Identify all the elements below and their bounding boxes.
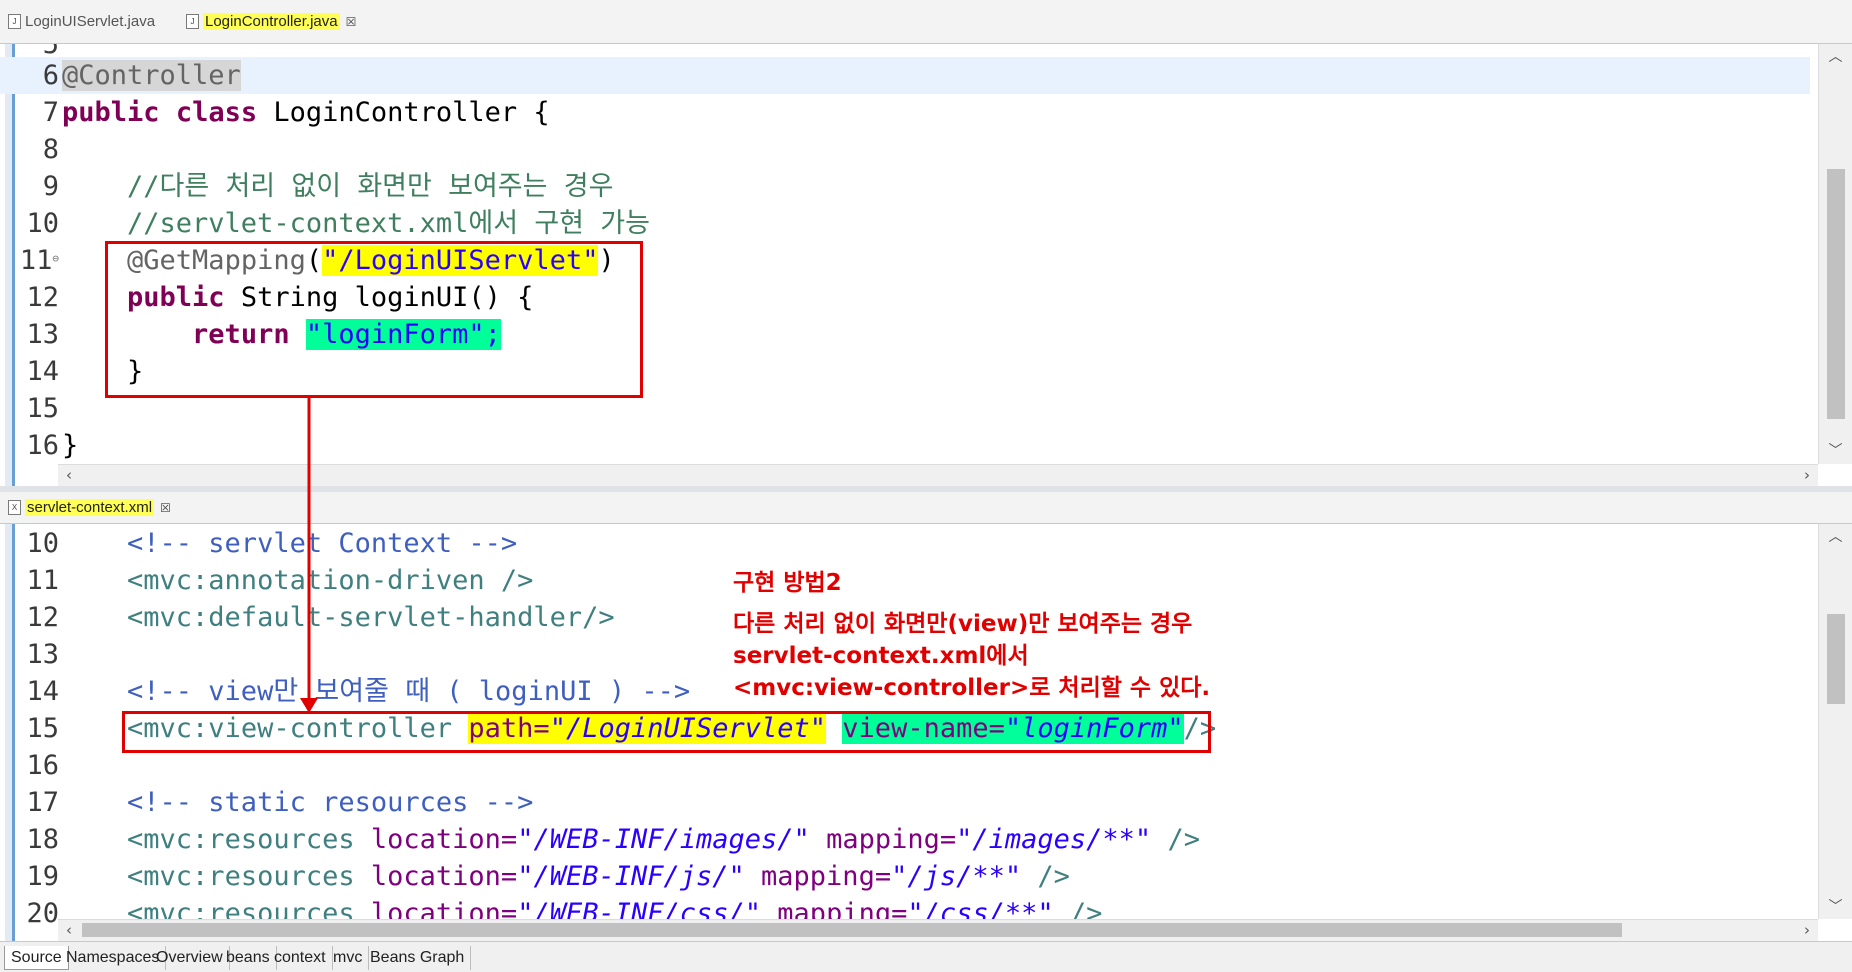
scroll-left-icon[interactable]: ‹ (66, 466, 72, 484)
java-file-icon: J (186, 14, 199, 29)
code-line: 12 public String loginUI() { (26, 282, 534, 313)
scroll-up-icon[interactable]: ︿ (1819, 46, 1852, 66)
scroll-left-icon[interactable]: ‹ (66, 921, 72, 939)
code-line: 15 (26, 393, 59, 424)
tab-loginuiservlet-java[interactable]: J LoginUIServlet.java (8, 0, 155, 43)
tab-mvc[interactable]: mvc (327, 946, 370, 970)
annotation-title: 구현 방법2 (733, 570, 842, 596)
code-line: 9 //다른 처리 없이 화면만 보여주는 경우 (42, 171, 614, 202)
annotation-line: 다른 처리 없이 화면만(view)만 보여주는 경우 (733, 611, 1193, 637)
java-horizontal-scrollbar[interactable]: ‹ › (58, 464, 1818, 486)
scroll-thumb[interactable] (1827, 169, 1845, 419)
code-line: 11⊖ @GetMapping("/LoginUIServlet") (19, 245, 615, 276)
code-line: 10 //servlet-context.xml에서 구현 가능 (26, 208, 650, 239)
xml-editor-bottom-tabs: Source Namespaces Overview beans context… (0, 941, 1852, 972)
code-line: 8 (42, 134, 59, 165)
code-line: 16} (26, 430, 79, 461)
scroll-thumb[interactable] (82, 923, 1622, 937)
xml-editor-tabbar: X servlet-context.xml ☒ (0, 492, 1852, 524)
code-line: 6 @Controller (0, 57, 1810, 94)
code-line: 14 } (26, 356, 144, 387)
code-line: 13 return "loginForm"; (26, 319, 501, 350)
controller-annotation: @Controller (62, 60, 241, 91)
code-line: 16 (26, 750, 59, 781)
code-line: 10 <!-- servlet Context --> (26, 528, 518, 559)
tab-servlet-context-xml[interactable]: X servlet-context.xml ☒ (8, 492, 171, 523)
fold-icon[interactable]: ⊖ (52, 252, 59, 265)
code-line: 19 <mvc:resources location="/WEB-INF/js/… (26, 861, 1070, 892)
tab-source[interactable]: Source (4, 946, 69, 970)
close-icon[interactable]: ☒ (160, 501, 171, 515)
tab-overview[interactable]: Overview (150, 946, 230, 970)
xml-vertical-scrollbar[interactable]: ︿ ﹀ (1818, 524, 1852, 919)
scroll-down-icon[interactable]: ﹀ (1819, 896, 1852, 916)
code-line: 18 <mvc:resources location="/WEB-INF/ima… (26, 824, 1200, 855)
code-line: 17 <!-- static resources --> (26, 787, 534, 818)
scroll-right-icon[interactable]: › (1804, 466, 1810, 484)
xml-editor[interactable]: 10 <!-- servlet Context --> 11 <mvc:anno… (0, 524, 1852, 941)
xml-file-icon: X (8, 500, 21, 515)
scroll-thumb[interactable] (1827, 614, 1845, 704)
annotation-line: <mvc:view-controller>로 처리할 수 있다. (733, 675, 1211, 701)
scroll-down-icon[interactable]: ﹀ (1819, 440, 1852, 460)
annotation-line: servlet-context.xml에서 (733, 643, 1029, 669)
java-editor-tabbar: J LoginUIServlet.java J LoginController.… (0, 0, 1852, 44)
java-vertical-scrollbar[interactable]: ︿ ﹀ (1818, 44, 1852, 464)
xml-horizontal-scrollbar[interactable]: ‹ › (58, 919, 1818, 941)
code-line: 7 public class LoginController { (42, 97, 550, 128)
tab-logincontroller-java[interactable]: J LoginController.java ☒ (186, 0, 356, 43)
code-line: 15 <mvc:view-controller path="/LoginUISe… (26, 713, 1217, 744)
scroll-right-icon[interactable]: › (1804, 921, 1810, 939)
tab-beans-graph[interactable]: Beans Graph (364, 946, 472, 970)
close-icon[interactable]: ☒ (346, 15, 357, 29)
tab-context[interactable]: context (268, 946, 333, 970)
code-line: 11 <mvc:annotation-driven /> (26, 565, 534, 596)
java-editor[interactable]: 5 6 @Controller 7 public class LoginContro… (0, 44, 1852, 486)
java-file-icon: J (8, 14, 21, 29)
scroll-up-icon[interactable]: ︿ (1819, 526, 1852, 546)
